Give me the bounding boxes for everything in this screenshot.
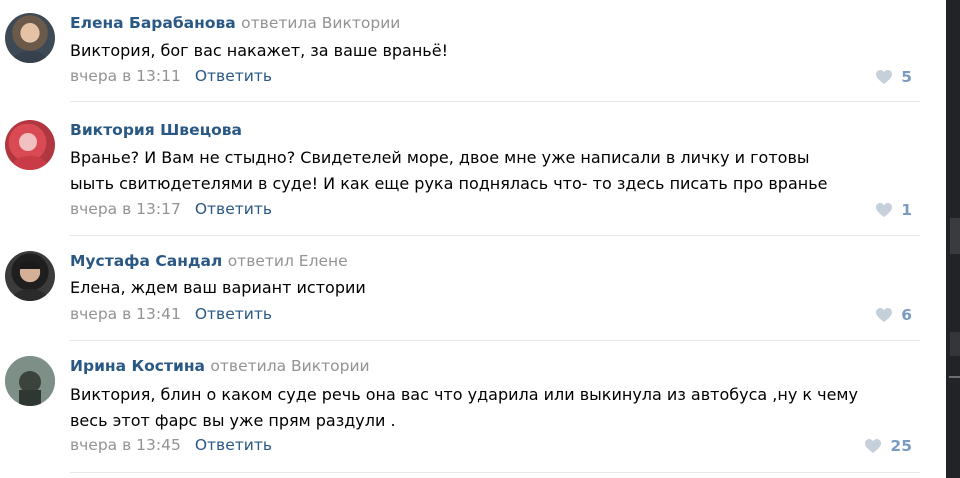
right-dark-panel bbox=[946, 0, 960, 478]
comments-feed: Елена Барабанова ответила Виктории Викто… bbox=[0, 0, 926, 478]
comment-meta: вчера в 13:45 Ответить bbox=[70, 436, 272, 454]
comment-text-line: весь этот фарс вы уже прям раздули . bbox=[70, 411, 396, 430]
like-button[interactable]: 25 bbox=[864, 436, 912, 456]
like-count: 25 bbox=[890, 437, 912, 455]
panel-line bbox=[949, 376, 960, 378]
reply-to-label[interactable]: ответила Виктории bbox=[210, 357, 369, 375]
comment-date[interactable]: вчера в 13:45 bbox=[70, 436, 181, 454]
comment-text-line: Виктория, блин о каком суде речь она вас… bbox=[70, 385, 858, 404]
reply-button[interactable]: Ответить bbox=[195, 436, 272, 454]
heart-icon bbox=[864, 438, 882, 454]
user-avatar-icon[interactable] bbox=[5, 356, 55, 406]
comment-divider bbox=[70, 472, 920, 473]
panel-block bbox=[950, 332, 960, 356]
comment-item: Ирина Костина ответила Виктории Виктория… bbox=[0, 0, 926, 478]
panel-block bbox=[950, 218, 960, 254]
comment-text: Виктория, блин о каком суде речь она вас… bbox=[70, 382, 920, 434]
comment-author-line: Ирина Костина ответила Виктории bbox=[70, 357, 370, 375]
author-name[interactable]: Ирина Костина bbox=[70, 357, 205, 375]
